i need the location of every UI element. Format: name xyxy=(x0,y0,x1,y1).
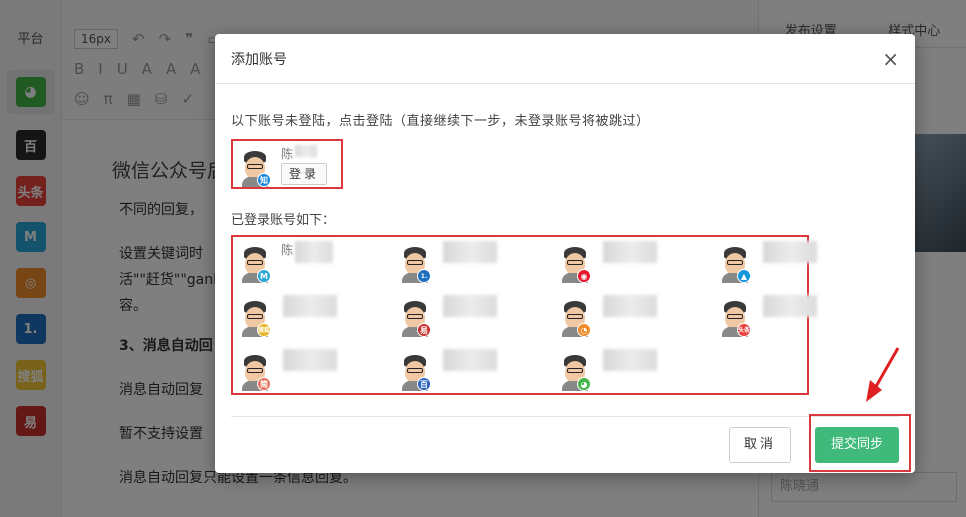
account-item: 1. xyxy=(399,241,559,291)
account-item: 知 陈 登录 xyxy=(239,145,335,195)
logged-out-accounts: 知 陈 登录 xyxy=(231,139,343,189)
account-item: 百 xyxy=(399,349,559,399)
platform-badge-icon: ◉ xyxy=(577,269,591,283)
avatar: 知 xyxy=(239,147,271,187)
avatar: 头条 xyxy=(719,297,751,337)
platform-badge-icon: 1. xyxy=(417,269,431,283)
modal-footer-divider xyxy=(231,416,899,417)
avatar: ◔ xyxy=(559,297,591,337)
platform-badge-icon: 易 xyxy=(417,323,431,337)
annotation-arrow-icon xyxy=(866,347,900,402)
account-name xyxy=(761,241,817,263)
platform-badge-icon: ◔ xyxy=(577,323,591,337)
account-item: ▲ xyxy=(719,241,879,291)
modal-body: 以下账号未登陆，点击登陆（直接继续下一步，未登录账号将被跳过） 知 陈 登录 已… xyxy=(215,84,915,395)
submit-sync-button[interactable]: 提交同步 xyxy=(815,427,899,463)
close-icon[interactable]: × xyxy=(882,49,899,69)
cancel-button[interactable]: 取消 xyxy=(729,427,791,463)
avatar: M xyxy=(239,243,271,283)
platform-badge-icon: ◕ xyxy=(577,377,591,391)
platform-badge-icon: ▲ xyxy=(737,269,751,283)
account-name xyxy=(761,295,817,317)
platform-badge-icon: 简 xyxy=(257,377,271,391)
modal-header: 添加账号 × xyxy=(215,34,915,84)
platform-badge-icon: 头条 xyxy=(737,323,751,337)
avatar: 简 xyxy=(239,351,271,391)
account-name: 陈 xyxy=(281,241,334,263)
account-name xyxy=(441,349,497,371)
avatar: ▲ xyxy=(719,243,751,283)
account-name xyxy=(601,349,657,371)
account-item: 简 xyxy=(239,349,399,399)
account-item: ◕ xyxy=(559,349,719,399)
account-name: 陈 xyxy=(281,145,318,162)
logged-in-accounts: M 陈 1. ◉ ▲ 搜狐 易 ◔ 头条简 百 ◕ xyxy=(231,235,817,395)
account-name xyxy=(601,295,657,317)
account-item: 易 xyxy=(399,295,559,345)
platform-badge-icon: M xyxy=(257,269,271,283)
platform-badge-icon: 知 xyxy=(257,173,271,187)
avatar: 1. xyxy=(399,243,431,283)
account-name xyxy=(281,295,337,317)
logged-in-label: 已登录账号如下： xyxy=(231,213,336,228)
account-name xyxy=(441,295,497,317)
modal-title: 添加账号 xyxy=(231,51,287,68)
avatar: 搜狐 xyxy=(239,297,271,337)
account-item: 头条 xyxy=(719,295,879,345)
avatar: 百 xyxy=(399,351,431,391)
avatar: ◕ xyxy=(559,351,591,391)
not-logged-in-hint: 以下账号未登陆，点击登陆（直接继续下一步，未登录账号将被跳过） xyxy=(231,114,650,129)
login-button[interactable]: 登录 xyxy=(281,163,327,185)
avatar: ◉ xyxy=(559,243,591,283)
avatar: 易 xyxy=(399,297,431,337)
account-item: ◔ xyxy=(559,295,719,345)
add-account-modal: 添加账号 × 以下账号未登陆，点击登陆（直接继续下一步，未登录账号将被跳过） 知… xyxy=(215,34,915,473)
account-name xyxy=(441,241,497,263)
platform-badge-icon: 百 xyxy=(417,377,431,391)
account-item: 搜狐 xyxy=(239,295,399,345)
account-item: ◉ xyxy=(559,241,719,291)
account-name xyxy=(601,241,657,263)
account-name xyxy=(281,349,337,371)
platform-badge-icon: 搜狐 xyxy=(257,323,271,337)
account-item: M陈 xyxy=(239,241,399,291)
